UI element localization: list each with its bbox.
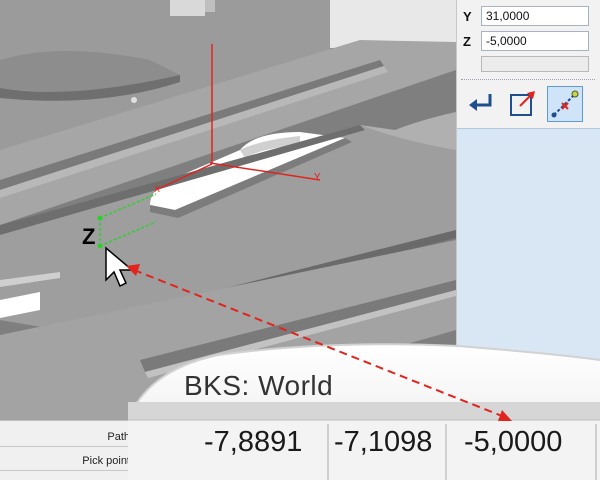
pick-point-icon — [551, 90, 579, 118]
x-coordinate-value: -7,8891 — [204, 426, 303, 458]
pick-point-button[interactable] — [547, 86, 583, 122]
y-coordinate-row: Y 31,0000 — [463, 5, 589, 27]
z-value-field[interactable]: -5,0000 — [481, 31, 589, 51]
z-label: Z — [463, 33, 471, 49]
y-value-field[interactable]: 31,0000 — [481, 6, 589, 26]
path-label: Path — [107, 431, 130, 443]
relative-point-button[interactable] — [505, 86, 541, 122]
return-arrow-icon — [469, 94, 492, 111]
screenshot-frame: Y 31,0000 Z -5,0000 Path Pick point BKS:… — [0, 0, 600, 480]
pick-point-label: Pick point — [82, 455, 130, 467]
return-button[interactable] — [463, 86, 499, 122]
z-coordinate-value: -5,0000 — [464, 426, 563, 458]
z-coordinate-row: Z -5,0000 — [463, 30, 589, 52]
relative-point-icon — [510, 91, 535, 116]
ucs-label: BKS: World — [184, 370, 334, 401]
magnified-coordinates-callout: BKS: World -7,8891 -7,1098 -5,0000 — [128, 340, 600, 480]
y-label: Y — [463, 8, 472, 24]
separator — [461, 79, 595, 80]
y-coordinate-value: -7,1098 — [334, 426, 433, 458]
empty-field[interactable] — [481, 56, 589, 72]
